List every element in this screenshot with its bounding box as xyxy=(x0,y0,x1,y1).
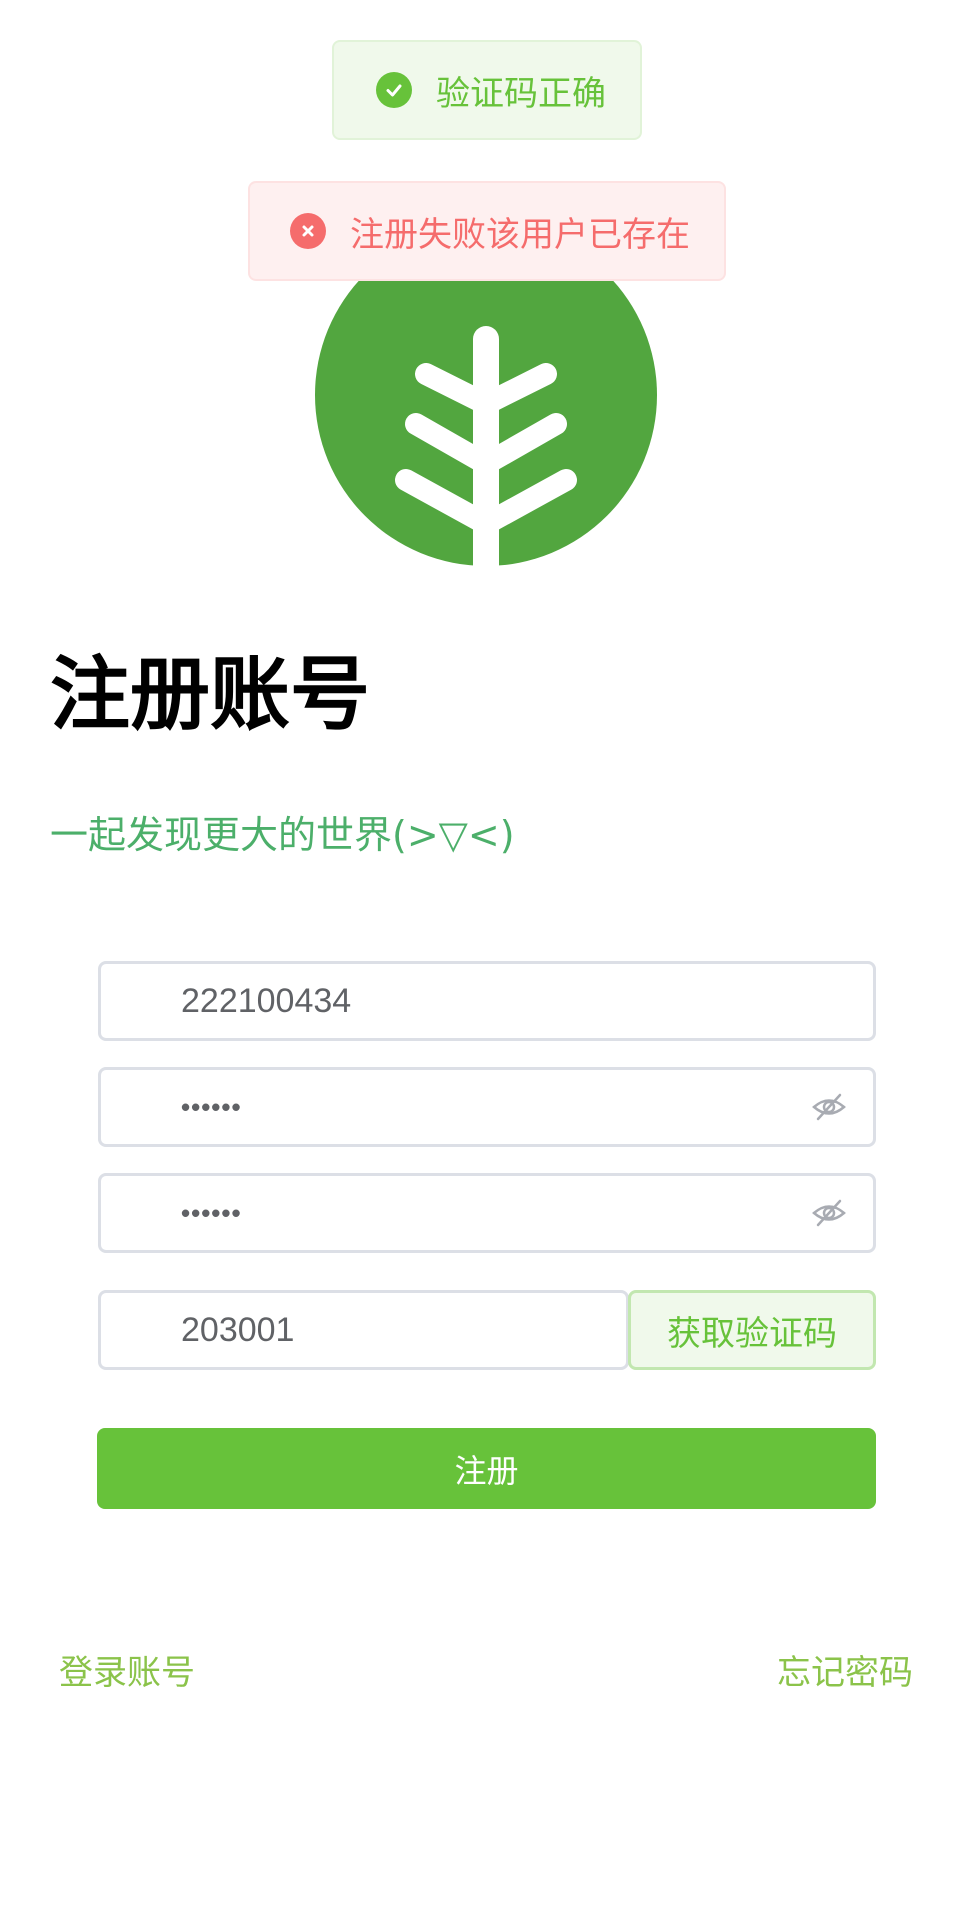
password-field[interactable] xyxy=(98,1067,876,1147)
confirm-password-input[interactable] xyxy=(181,1176,809,1250)
page-title: 注册账号 xyxy=(50,648,370,741)
register-button[interactable]: 注册 xyxy=(97,1428,876,1509)
username-input[interactable] xyxy=(181,964,873,1038)
password-input[interactable] xyxy=(181,1070,809,1144)
eye-off-icon[interactable] xyxy=(809,1193,849,1233)
verification-code-input[interactable] xyxy=(181,1293,626,1367)
forgot-password-link[interactable]: 忘记密码 xyxy=(777,1650,913,1696)
error-toast: 注册失败该用户已存在 xyxy=(248,181,726,281)
eye-off-icon[interactable] xyxy=(809,1087,849,1127)
page-subtitle: 一起发现更大的世界(>▽<) xyxy=(50,813,515,857)
check-circle-icon xyxy=(376,72,412,108)
success-toast: 验证码正确 xyxy=(332,40,642,140)
login-link[interactable]: 登录账号 xyxy=(59,1650,195,1696)
register-page: 验证码正确 注册失败该用户已存在 注册账号 一起发现更大的世界(>▽<) 222… xyxy=(0,0,973,1920)
confirm-password-field[interactable] xyxy=(98,1173,876,1253)
success-toast-message: 验证码正确 xyxy=(436,73,606,114)
error-toast-message: 注册失败该用户已存在 xyxy=(350,214,690,255)
verification-code-field[interactable] xyxy=(98,1290,629,1370)
get-code-button[interactable]: 获取验证码 xyxy=(628,1290,876,1370)
username-field[interactable] xyxy=(98,961,876,1041)
close-circle-icon xyxy=(290,213,326,249)
